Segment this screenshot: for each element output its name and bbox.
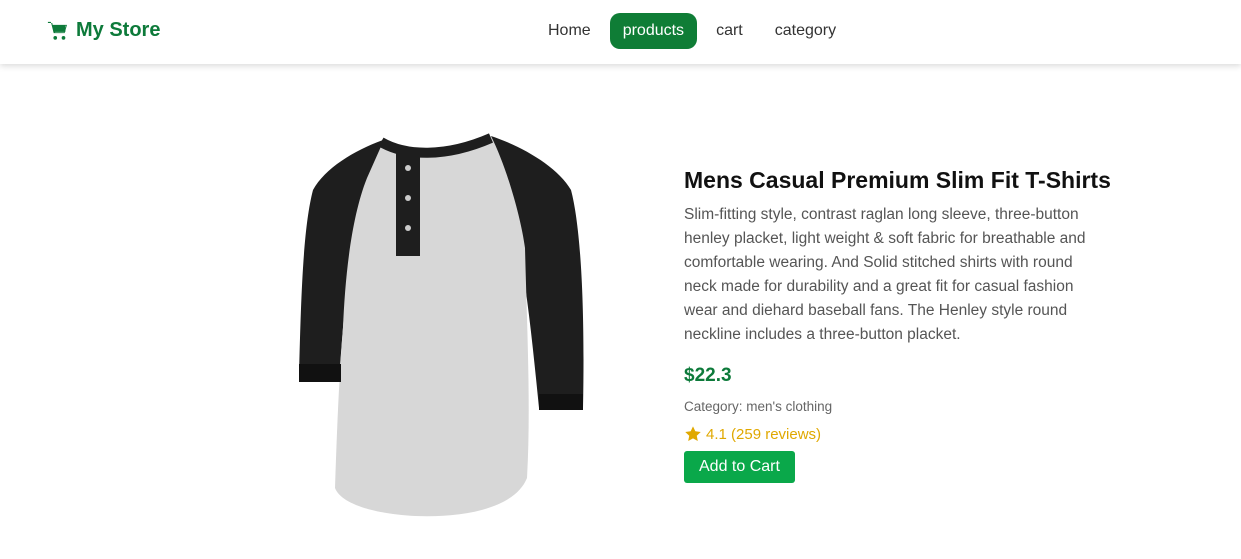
product-rating: 4.1 (259 reviews) [684,425,1124,443]
product-price: $22.3 [684,365,732,386]
add-to-cart-button[interactable]: Add to Cart [684,451,795,483]
product-info: Mens Casual Premium Slim Fit T-Shirts Sl… [684,165,1124,483]
product-image [299,133,584,517]
product-title: Mens Casual Premium Slim Fit T-Shirts [684,167,1111,193]
product-category: Category: men's clothing [684,399,833,414]
nav-link-home[interactable]: Home [535,13,604,49]
main-nav: Home products cart category [535,13,855,49]
brand-name: My Store [76,19,161,41]
shopping-cart-icon [47,21,67,40]
product-description: Slim-fitting style, contrast raglan long… [684,206,1086,343]
star-icon [685,426,701,442]
navbar: My Store Home products cart category [0,0,1241,64]
nav-link-products[interactable]: products [609,13,698,49]
rating-text: 4.1 (259 reviews) [706,425,822,443]
brand-link[interactable]: My Store [47,19,160,42]
nav-link-category[interactable]: category [762,13,849,49]
nav-link-cart[interactable]: cart [703,13,756,49]
